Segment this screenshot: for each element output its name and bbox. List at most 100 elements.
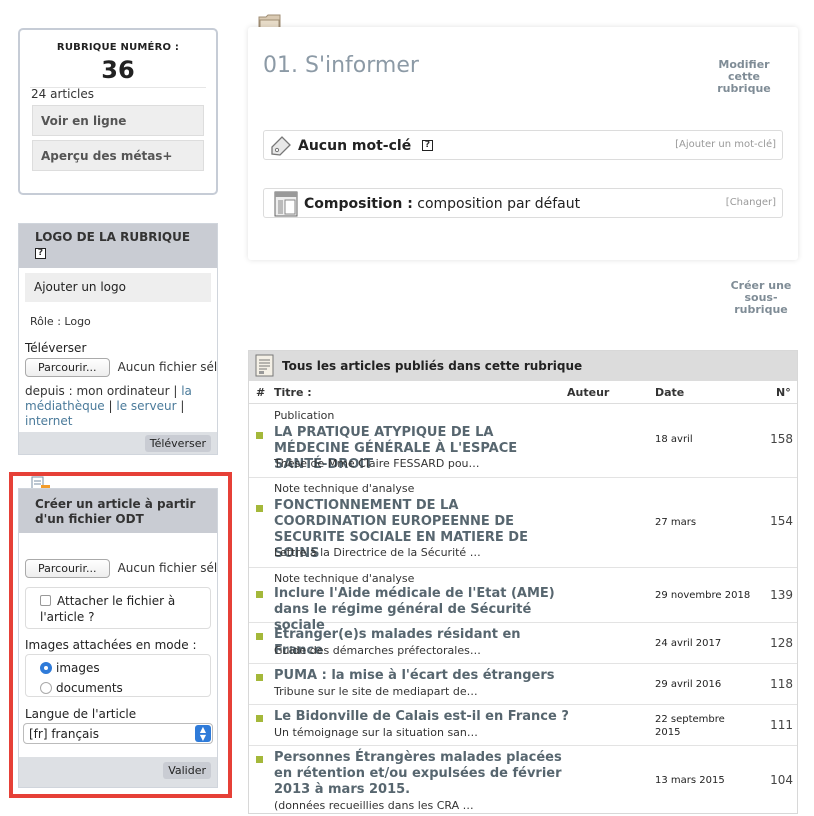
status-dot: [256, 505, 263, 512]
article-title-link[interactable]: PUMA : la mise à l'écart des étrangers: [274, 668, 569, 684]
article-count: 24 articles: [31, 87, 94, 101]
radio-images-row[interactable]: images: [40, 658, 210, 678]
table-row[interactable]: Note technique d'analyse FONCTIONNEMENT …: [249, 478, 797, 568]
logo-box-header: LOGO DE LA RUBRIQUE ?: [19, 224, 217, 268]
server-link[interactable]: le serveur: [116, 399, 176, 413]
internet-link[interactable]: internet: [25, 414, 72, 428]
odt-box-header: Créer un article à partir d'un fichier O…: [19, 489, 217, 533]
article-date: 22 septembre 2015: [655, 714, 725, 738]
col-num[interactable]: N°: [776, 386, 791, 399]
composition-row: Composition : composition par défaut [Ch…: [263, 188, 783, 218]
article-number: 128: [770, 636, 793, 650]
upload-sources: depuis : mon ordinateur | la médiathèque…: [25, 384, 211, 429]
article-description: Lettre à la Directrice de la Sécurité …: [274, 546, 481, 559]
article-date: 13 mars 2015: [655, 775, 725, 786]
keywords-help-icon[interactable]: ?: [422, 140, 433, 151]
language-select-value: [fr] français: [29, 727, 99, 741]
odt-box-footer: Valider: [19, 757, 217, 787]
keywords-label: Aucun mot-clé: [298, 138, 412, 154]
article-description: (données recueillies dans les CRA …: [274, 799, 474, 812]
article-supertitle: Publication: [274, 409, 335, 422]
create-subrubrique-link[interactable]: Créer une sous-rubrique: [725, 280, 797, 316]
article-number: 104: [770, 773, 793, 787]
chevron-updown-icon: ▲ ▼: [195, 725, 211, 742]
keywords-row: Aucun mot-clé ? [Ajouter un mot-clé]: [263, 130, 783, 160]
rubrique-info-box: RUBRIQUE NUMÉRO : 36 24 articles Voir en…: [18, 28, 218, 195]
tag-icon: [269, 134, 293, 162]
add-logo-button[interactable]: Ajouter un logo: [25, 273, 211, 302]
table-row[interactable]: Étranger(e)s malades résidant en France …: [249, 623, 797, 664]
rubrique-number-label: RUBRIQUE NUMÉRO :: [56, 42, 180, 53]
status-dot: [256, 633, 263, 640]
attach-file-label: Attacher le fichier à l'article ?: [40, 594, 176, 624]
odt-submit-button[interactable]: Valider: [163, 762, 211, 779]
file-input-row: Parcourir... Aucun fichier sélectionné.: [25, 356, 217, 377]
radio-documents[interactable]: [40, 682, 52, 694]
col-hash[interactable]: #: [256, 386, 265, 399]
composition-label: Composition :: [304, 196, 413, 212]
col-title[interactable]: Titre :: [274, 386, 312, 399]
table-header: # Titre : Auteur Date N°: [249, 381, 797, 404]
composition-icon: [274, 191, 298, 221]
article-supertitle: Note technique d'analyse: [274, 482, 415, 495]
upload-submit-button[interactable]: Téléverser: [144, 435, 211, 452]
radio-images[interactable]: [40, 662, 52, 674]
article-date: 27 mars: [655, 517, 697, 528]
logo-box-title: LOGO DE LA RUBRIQUE: [35, 230, 191, 244]
article-date: 18 avril: [655, 434, 693, 445]
table-row[interactable]: Le Bidonville de Calais est-il en France…: [249, 705, 797, 746]
article-number: 118: [770, 677, 793, 691]
col-date[interactable]: Date: [655, 386, 684, 399]
attach-file-checkbox[interactable]: [40, 595, 51, 606]
article-supertitle: Note technique d'analyse: [274, 572, 415, 585]
upload-label: Téléverser: [25, 341, 87, 355]
article-description: Thèse de Mme Claire FESSARD pou…: [274, 457, 480, 470]
odt-file-input-row: Parcourir... Aucun fichier sélectionné.: [25, 557, 217, 578]
status-dot: [256, 591, 263, 598]
radio-documents-row[interactable]: documents: [40, 678, 210, 698]
composition-text: Composition : composition par défaut: [304, 196, 580, 212]
odt-import-box: Créer un article à partir d'un fichier O…: [18, 488, 218, 788]
article-description: Tribune sur le site de mediapart de…: [274, 685, 478, 698]
change-composition-link[interactable]: [Changer]: [726, 197, 776, 208]
table-row[interactable]: Personnes Étrangères malades placées en …: [249, 746, 797, 816]
meta-preview-button[interactable]: Aperçu des métas+: [32, 140, 204, 171]
odt-box-title: Créer un article à partir d'un fichier O…: [35, 497, 196, 526]
page-title: 01. S'informer: [263, 53, 419, 78]
separator: |: [108, 399, 113, 413]
help-icon[interactable]: ?: [35, 248, 46, 259]
table-row[interactable]: Publication LA PRATIQUE ATYPIQUE DE LA M…: [249, 404, 797, 478]
article-date: 29 avril 2016: [655, 679, 722, 690]
language-label: Langue de l'article: [25, 707, 137, 721]
status-dot: [256, 674, 263, 681]
article-number: 111: [770, 718, 793, 732]
images-mode-group: images documents: [25, 654, 211, 697]
no-file-text: Aucun fichier sélectionné.: [117, 360, 217, 374]
composition-value: composition par défaut: [417, 196, 581, 212]
article-number: 154: [770, 514, 793, 528]
odt-browse-button[interactable]: Parcourir...: [25, 559, 110, 578]
article-title-link[interactable]: Le Bidonville de Calais est-il en France…: [274, 709, 569, 725]
logo-box: LOGO DE LA RUBRIQUE ? Ajouter un logo Rô…: [18, 223, 218, 455]
articles-list-header: Tous les articles publiés dans cette rub…: [249, 351, 797, 381]
from-prefix: depuis : mon ordinateur |: [25, 384, 178, 398]
article-date: 29 novembre 2018: [655, 590, 751, 601]
table-row[interactable]: Note technique d'analyse Inclure l'Aide …: [249, 568, 797, 633]
logo-box-footer: Téléverser: [19, 432, 217, 454]
images-mode-label: Images attachées en mode :: [25, 638, 197, 652]
table-row[interactable]: PUMA : la mise à l'écart des étrangers T…: [249, 664, 797, 705]
view-online-button[interactable]: Voir en ligne: [32, 105, 204, 136]
article-number: 158: [770, 432, 793, 446]
article-title-link[interactable]: Personnes Étrangères malades placées en …: [274, 750, 564, 798]
document-icon: [255, 354, 275, 382]
browse-button[interactable]: Parcourir...: [25, 358, 110, 377]
col-author[interactable]: Auteur: [567, 386, 609, 399]
status-dot: [256, 756, 263, 763]
language-select[interactable]: [fr] français ▲ ▼: [23, 723, 213, 744]
attach-file-checkbox-row[interactable]: Attacher le fichier à l'article ?: [25, 587, 211, 629]
modify-rubrique-link[interactable]: Modifier cette rubrique: [714, 59, 774, 95]
articles-list-title: Tous les articles publiés dans cette rub…: [282, 359, 583, 373]
radio-documents-label: documents: [56, 681, 123, 695]
add-keyword-link[interactable]: [Ajouter un mot-clé]: [675, 139, 776, 150]
role-text: Rôle : Logo: [30, 315, 91, 328]
